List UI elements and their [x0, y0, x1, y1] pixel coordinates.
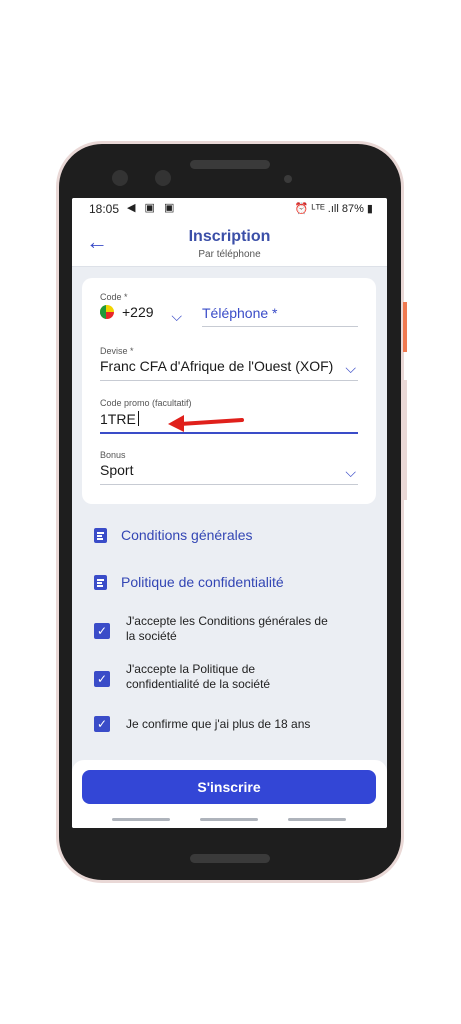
benin-flag-icon: [100, 305, 114, 319]
phone-placeholder: Téléphone *: [202, 305, 278, 321]
accept-terms-checkbox-row[interactable]: ✓ J'accepte les Conditions générales de …: [94, 614, 354, 646]
currency-select[interactable]: Devise * Franc CFA d'Afrique de l'Ouest …: [100, 346, 358, 381]
phone-field[interactable]: Téléphone *: [202, 292, 358, 327]
status-bar: 18:05 ◀ ▣ ▣ ⏰ ᴸᵀᴱ .ıll 87% ▮: [72, 198, 387, 220]
bonus-label: Bonus: [100, 450, 126, 460]
earpiece-speaker: [190, 160, 270, 169]
bonus-underline: [100, 484, 358, 485]
text-cursor: [137, 411, 139, 426]
currency-value: Franc CFA d'Afrique de l'Ouest (XOF): [100, 358, 334, 374]
nav-bar-segment: [112, 818, 170, 821]
terms-link-label: Conditions générales: [121, 527, 253, 543]
nav-bar-segment: [288, 818, 346, 821]
page-subtitle: Par téléphone: [198, 249, 261, 260]
bottom-speaker: [190, 854, 270, 863]
app-screen: 18:05 ◀ ▣ ▣ ⏰ ᴸᵀᴱ .ıll 87% ▮ ← Inscripti…: [72, 198, 387, 828]
sensor-dot: [284, 175, 292, 183]
notification-icons: ◀ ▣ ▣: [127, 202, 178, 214]
checkbox-checked[interactable]: ✓: [94, 716, 110, 732]
check-label: Je confirme que j'ai plus de 18 ans: [126, 717, 310, 732]
bonus-select[interactable]: Bonus Sport ⌵: [100, 450, 358, 485]
code-label: Code *: [100, 292, 128, 302]
check-label-line: J'accepte la Politique de: [126, 662, 256, 676]
promo-label: Code promo (facultatif): [100, 398, 192, 408]
code-value-row: +229: [100, 304, 182, 320]
system-icons: ⏰ ᴸᵀᴱ .ıll 87% ▮: [294, 203, 373, 215]
currency-underline: [100, 380, 358, 381]
country-code-field[interactable]: Code * +229 ⌵: [100, 292, 182, 326]
volume-button: [403, 380, 407, 500]
register-button[interactable]: S'inscrire: [82, 770, 376, 804]
chevron-down-icon: ⌵: [345, 464, 356, 480]
age-confirm-checkbox-row[interactable]: ✓ Je confirme que j'ai plus de 18 ans: [94, 716, 354, 734]
front-camera-right: [155, 170, 171, 186]
chevron-down-icon: ⌵: [345, 360, 356, 376]
accept-privacy-checkbox-row[interactable]: ✓ J'accepte la Politique de confidential…: [94, 662, 354, 694]
check-label-line: Je confirme que j'ai plus de 18 ans: [126, 717, 311, 731]
phone-underline: [202, 326, 358, 327]
privacy-link-label: Politique de confidentialité: [121, 574, 284, 590]
checkbox-checked[interactable]: ✓: [94, 623, 110, 639]
document-icon: [94, 575, 107, 590]
registration-form-card: Code * +229 ⌵ Téléphone * Devise * Franc…: [82, 278, 376, 504]
app-bar: ← Inscription Par téléphone: [72, 220, 387, 267]
check-label-line: J'accepte les Conditions générales de: [126, 614, 328, 628]
checkbox-checked[interactable]: ✓: [94, 671, 110, 687]
privacy-link[interactable]: Politique de confidentialité: [94, 574, 284, 590]
terms-link[interactable]: Conditions générales: [94, 527, 253, 543]
check-label-line: confidentialité de la société: [126, 677, 271, 691]
promo-value: 1TRE: [100, 411, 136, 427]
status-time: 18:05: [89, 202, 120, 216]
document-icon: [94, 528, 107, 543]
page-title: Inscription: [188, 228, 271, 245]
check-label-line: la société: [126, 629, 177, 643]
currency-label: Devise *: [100, 346, 134, 356]
chevron-down-icon: ⌵: [171, 308, 182, 324]
bonus-value: Sport: [100, 462, 134, 478]
footer-bar: S'inscrire: [72, 760, 387, 828]
nav-bar-segment: [200, 818, 258, 821]
power-button: [403, 302, 407, 352]
check-label: J'accepte la Politique de confidentialit…: [126, 662, 270, 692]
red-arrow-annotation-icon: [168, 415, 244, 432]
check-label: J'accepte les Conditions générales de la…: [126, 614, 328, 644]
front-camera-left: [112, 170, 128, 186]
code-value: +229: [122, 304, 154, 320]
